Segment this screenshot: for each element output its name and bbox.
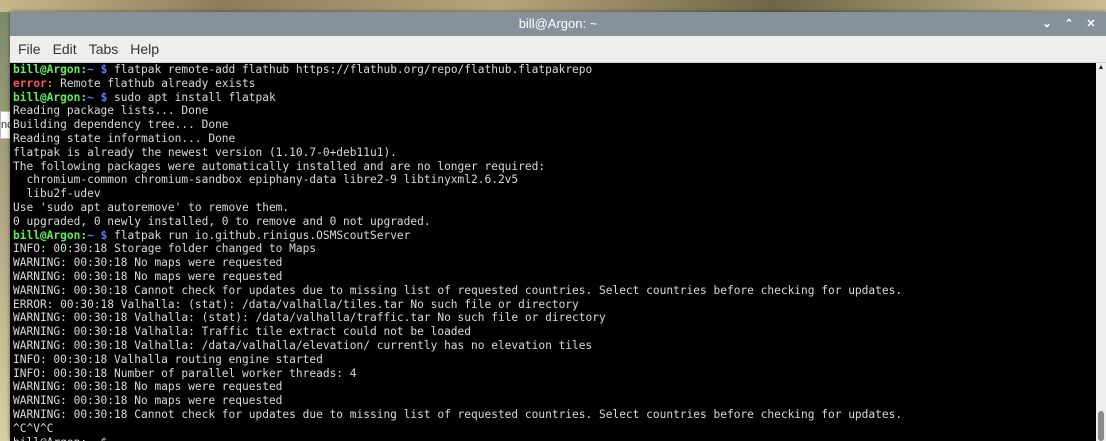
terminal-line: WARNING: 00:30:18 Valhalla: Traffic tile… (10, 325, 1096, 339)
scroll-thumb[interactable] (1098, 411, 1104, 441)
line-text: INFO: 00:30:18 Number of parallel worker… (13, 366, 357, 380)
prompt-user: bill@Argon: (13, 228, 88, 242)
line-text: 0 upgraded, 0 newly installed, 0 to remo… (13, 214, 431, 228)
line-text: WARNING: 00:30:18 Valhalla: /data/valhal… (13, 338, 593, 352)
line-text: Building dependency tree... Done (13, 118, 229, 132)
line-text: ERROR: 00:30:18 Valhalla: (stat): /data/… (13, 297, 579, 311)
terminal-line: INFO: 00:30:18 Valhalla routing engine s… (10, 353, 1096, 367)
terminal-line: bill@Argon:~ $ sudo apt install flatpak (10, 91, 1096, 105)
terminal-line: ^C^V^C (10, 422, 1096, 436)
terminal-line: WARNING: 00:30:18 Cannot check for updat… (10, 284, 1096, 298)
line-text: INFO: 00:30:18 Storage folder changed to… (13, 242, 317, 256)
terminal-window: bill@Argon: ~ ⌄ ⌃ ✕ File Edit Tabs Help … (10, 12, 1106, 441)
line-text: WARNING: 00:30:18 No maps were requested (13, 269, 283, 283)
terminal-line: Reading state information... Done (10, 132, 1096, 146)
terminal-line: WARNING: 00:30:18 Cannot check for updat… (10, 408, 1096, 422)
line-text: WARNING: 00:30:18 No maps were requested (13, 380, 283, 394)
terminal-line: The following packages were automaticall… (10, 160, 1096, 174)
terminal-line: bill@Argon:~ $ (10, 436, 1096, 441)
prompt-path: ~ $ (87, 228, 108, 242)
terminal-line: bill@Argon:~ $ flatpak remote-add flathu… (10, 63, 1096, 77)
terminal-line: WARNING: 00:30:18 Valhalla: /data/valhal… (10, 339, 1096, 353)
window-controls: ⌄ ⌃ ✕ (1036, 12, 1102, 36)
terminal-line: 0 upgraded, 0 newly installed, 0 to remo… (10, 215, 1096, 229)
terminal-line: bill@Argon:~ $ flatpak run io.github.rin… (10, 229, 1096, 243)
terminal-line: WARNING: 00:30:18 No maps were requested (10, 380, 1096, 394)
terminal-line: ERROR: 00:30:18 Valhalla: (stat): /data/… (10, 298, 1096, 312)
close-icon[interactable]: ✕ (1080, 12, 1102, 36)
line-text: sudo apt install flatpak (107, 90, 276, 104)
line-text: WARNING: 00:30:18 No maps were requested (13, 394, 283, 408)
desktop-background (0, 0, 1106, 12)
line-text: WARNING: 00:30:18 Valhalla: Traffic tile… (13, 325, 472, 339)
line-text: flatpak is already the newest version (1… (13, 145, 397, 159)
line-text: WARNING: 00:30:18 Valhalla: (stat): /dat… (13, 311, 606, 325)
terminal-line: libu2f-udev (10, 187, 1096, 201)
maximize-icon[interactable]: ⌃ (1058, 12, 1080, 36)
terminal-line: Reading package lists... Done (10, 104, 1096, 118)
line-text: bill@Argon:~ $ (13, 436, 107, 441)
terminal-line: INFO: 00:30:18 Storage folder changed to… (10, 242, 1096, 256)
line-text: The following packages were automaticall… (13, 159, 546, 173)
line-text: flatpak run io.github.rinigus.OSMScoutSe… (107, 228, 411, 242)
line-text: WARNING: 00:30:18 No maps were requested (13, 256, 283, 270)
terminal-line: flatpak is already the newest version (1… (10, 146, 1096, 160)
terminal-line: INFO: 00:30:18 Number of parallel worker… (10, 367, 1096, 381)
terminal-line: WARNING: 00:30:18 No maps were requested (10, 394, 1096, 408)
menu-edit[interactable]: Edit (47, 36, 83, 62)
terminal-line: WARNING: 00:30:18 No maps were requested (10, 270, 1096, 284)
terminal-line: chromium-common chromium-sandbox epiphan… (10, 173, 1096, 187)
line-text: Use 'sudo apt autoremove' to remove them… (13, 200, 290, 214)
line-text: Reading state information... Done (13, 131, 236, 145)
menu-file[interactable]: File (10, 36, 47, 62)
line-text: WARNING: 00:30:18 Cannot check for updat… (13, 407, 903, 421)
line-text: ^C^V^C (13, 421, 54, 435)
terminal-output[interactable]: bill@Argon:~ $ flatpak remote-add flathu… (10, 63, 1096, 441)
prompt-user: bill@Argon: (13, 63, 88, 76)
line-text: Remote flathub already exists (53, 76, 256, 90)
title-bar[interactable]: bill@Argon: ~ ⌄ ⌃ ✕ (10, 12, 1106, 36)
terminal-line: WARNING: 00:30:18 No maps were requested (10, 256, 1096, 270)
error-label: error: (13, 76, 54, 90)
line-text: WARNING: 00:30:18 Cannot check for updat… (13, 283, 903, 297)
terminal-line: Building dependency tree... Done (10, 118, 1096, 132)
menu-bar: File Edit Tabs Help (10, 36, 1106, 63)
line-text: flatpak remote-add flathub https://flath… (107, 63, 593, 76)
menu-tabs[interactable]: Tabs (83, 36, 125, 62)
scroll-up-icon[interactable]: ▲ (1096, 63, 1106, 73)
minimize-icon[interactable]: ⌄ (1036, 12, 1058, 36)
line-text: INFO: 00:30:18 Valhalla routing engine s… (13, 352, 323, 366)
menu-help[interactable]: Help (124, 36, 165, 62)
line-text: Reading package lists... Done (13, 104, 209, 118)
prompt-path: ~ $ (87, 63, 108, 76)
prompt-path: ~ $ (87, 90, 108, 104)
scrollbar[interactable]: ▲ (1096, 63, 1106, 441)
terminal-line: error: Remote flathub already exists (10, 77, 1096, 91)
window-title: bill@Argon: ~ (518, 16, 598, 31)
prompt-user: bill@Argon: (13, 90, 88, 104)
terminal-line: Use 'sudo apt autoremove' to remove them… (10, 201, 1096, 215)
line-text: libu2f-udev (13, 187, 101, 201)
line-text: chromium-common chromium-sandbox epiphan… (13, 173, 519, 187)
terminal-line: WARNING: 00:30:18 Valhalla: (stat): /dat… (10, 311, 1096, 325)
